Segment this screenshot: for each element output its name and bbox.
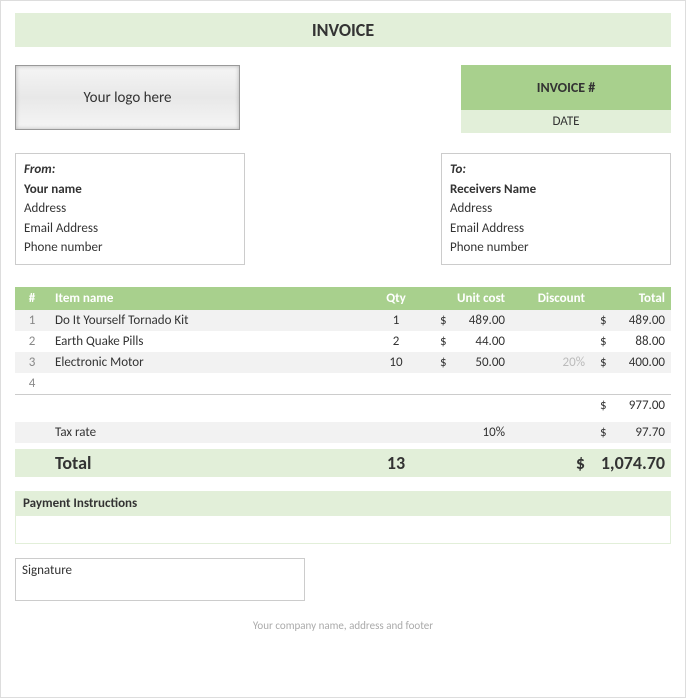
subtotal-row: $ 977.00 [15, 394, 671, 416]
payment-instructions-body[interactable] [15, 516, 671, 544]
cell-num: 2 [15, 331, 49, 352]
invoice-meta: INVOICE # DATE [461, 65, 671, 133]
to-address: Address [450, 199, 662, 219]
signature-box[interactable]: Signature [15, 558, 305, 601]
cell-total: $ 489.00 [591, 310, 671, 331]
grand-total-row: Total 13 $ 1,074.70 [15, 449, 671, 477]
cell-num: 1 [15, 310, 49, 331]
col-qty: Qty [371, 287, 421, 310]
cell-unit: $ 489.00 [421, 310, 511, 331]
cell-unit: $ 44.00 [421, 331, 511, 352]
from-phone: Phone number [24, 238, 236, 258]
cell-qty: 1 [371, 310, 421, 331]
table-row: 3 Electronic Motor 10 $ 50.00 20% $ 400.… [15, 352, 671, 373]
from-box: From: Your name Address Email Address Ph… [15, 153, 245, 265]
cell-discount: 20% [511, 352, 591, 373]
address-row: From: Your name Address Email Address Ph… [15, 153, 671, 265]
to-box: To: Receivers Name Address Email Address… [441, 153, 671, 265]
signature-label: Signature [22, 563, 72, 578]
cell-num: 3 [15, 352, 49, 373]
col-item: Item name [49, 287, 371, 310]
to-phone: Phone number [450, 238, 662, 258]
logo-placeholder[interactable]: Your logo here [15, 65, 240, 130]
items-table: # Item name Qty Unit cost Discount Total… [15, 287, 671, 477]
table-row: 1 Do It Yourself Tornado Kit 1 $ 489.00 … [15, 310, 671, 331]
cell-qty: 2 [371, 331, 421, 352]
invoice-page: INVOICE Your logo here INVOICE # DATE Fr… [0, 0, 686, 698]
to-name: Receivers Name [450, 180, 662, 200]
grand-total-amount: 1,074.70 [591, 449, 671, 477]
from-email: Email Address [24, 219, 236, 239]
tax-amount: $ 97.70 [591, 422, 671, 443]
to-label: To: [450, 160, 662, 180]
invoice-number-label: INVOICE # [461, 65, 671, 110]
grand-total-currency: $ [511, 449, 591, 477]
payment-instructions-label: Payment Instructions [15, 491, 671, 516]
tax-row: Tax rate 10% $ 97.70 [15, 422, 671, 443]
from-label: From: [24, 160, 236, 180]
col-num: # [15, 287, 49, 310]
cell-item: Do It Yourself Tornado Kit [49, 310, 371, 331]
tax-rate: 10% [421, 422, 511, 443]
cell-discount [511, 310, 591, 331]
page-title: INVOICE [15, 13, 671, 47]
cell-item: Earth Quake Pills [49, 331, 371, 352]
subtotal-value: $ 977.00 [591, 394, 671, 416]
col-total: Total [591, 287, 671, 310]
table-row-empty: 4 [15, 373, 671, 395]
grand-total-qty: 13 [371, 449, 421, 477]
table-header: # Item name Qty Unit cost Discount Total [15, 287, 671, 310]
col-discount: Discount [511, 287, 591, 310]
to-email: Email Address [450, 219, 662, 239]
table-row: 2 Earth Quake Pills 2 $ 44.00 $ 88.00 [15, 331, 671, 352]
from-address: Address [24, 199, 236, 219]
cell-total: $ 400.00 [591, 352, 671, 373]
invoice-date-label: DATE [461, 110, 671, 133]
cell-unit: $ 50.00 [421, 352, 511, 373]
footer-text: Your company name, address and footer [15, 619, 671, 632]
cell-total: $ 88.00 [591, 331, 671, 352]
tax-label: Tax rate [49, 422, 371, 443]
header-row: Your logo here INVOICE # DATE [15, 65, 671, 133]
cell-discount [511, 331, 591, 352]
grand-total-label: Total [49, 449, 371, 477]
cell-item: Electronic Motor [49, 352, 371, 373]
cell-qty: 10 [371, 352, 421, 373]
from-name: Your name [24, 180, 236, 200]
cell-num: 4 [15, 373, 49, 395]
col-unit: Unit cost [421, 287, 511, 310]
